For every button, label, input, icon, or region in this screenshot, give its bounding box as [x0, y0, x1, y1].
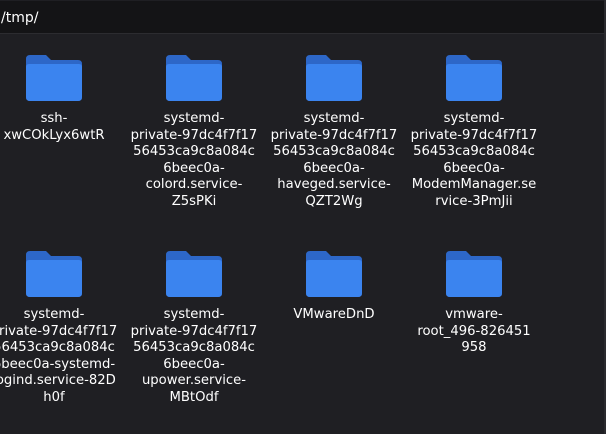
- folder-icon: [26, 55, 82, 101]
- file-grid: ssh- xwCOkLyx6wtR systemd- private-97dc4…: [0, 0, 606, 434]
- folder-icon: [166, 55, 222, 101]
- folder-label: VMwareDnD: [293, 307, 375, 322]
- folder-icon: [446, 251, 502, 297]
- folder-icon: [306, 251, 362, 297]
- folder-label: systemd- private-97dc4f7f17 56453ca9c8a0…: [270, 111, 398, 209]
- folder-icon: [26, 251, 82, 297]
- folder-label: systemd- private-97dc4f7f17 56453ca9c8a0…: [130, 111, 258, 209]
- folder-label: ssh- xwCOkLyx6wtR: [3, 111, 105, 143]
- folder-icon: [306, 55, 362, 101]
- folder-label: systemd- private-97dc4f7f17 56453ca9c8a0…: [410, 111, 538, 209]
- folder-label: vmware- root_496-826451 958: [417, 307, 531, 356]
- folder-label: systemd- private-97dc4f7f17 56453ca9c8a0…: [0, 307, 118, 405]
- folder-icon: [166, 251, 222, 297]
- folder-label: systemd- private-97dc4f7f17 56453ca9c8a0…: [130, 307, 258, 405]
- folder-icon: [446, 55, 502, 101]
